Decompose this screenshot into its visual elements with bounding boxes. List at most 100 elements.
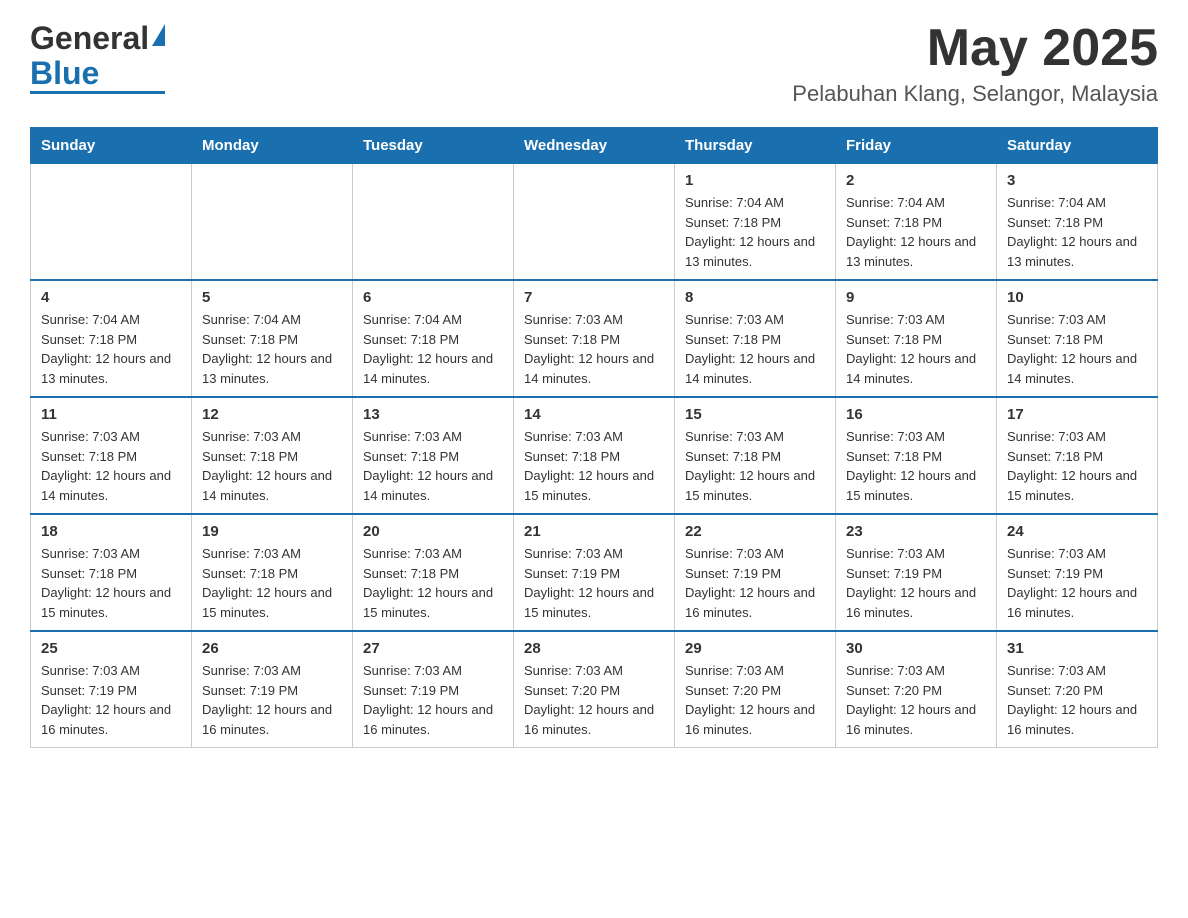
day-info: Sunrise: 7:03 AMSunset: 7:19 PMDaylight:… xyxy=(363,661,503,739)
day-info: Sunrise: 7:03 AMSunset: 7:18 PMDaylight:… xyxy=(846,310,986,388)
calendar-week-row: 18 Sunrise: 7:03 AMSunset: 7:18 PMDayligh… xyxy=(31,514,1158,631)
day-number: 8 xyxy=(685,289,825,306)
day-number: 12 xyxy=(202,406,342,423)
day-info: Sunrise: 7:03 AMSunset: 7:19 PMDaylight:… xyxy=(846,544,986,622)
day-number: 31 xyxy=(1007,640,1147,657)
day-info: Sunrise: 7:03 AMSunset: 7:18 PMDaylight:… xyxy=(202,544,342,622)
day-number: 16 xyxy=(846,406,986,423)
calendar-cell: 17Sunrise: 7:03 AMSunset: 7:18 PMDayligh… xyxy=(997,397,1158,514)
day-number: 20 xyxy=(363,523,503,540)
day-number: 24 xyxy=(1007,523,1147,540)
calendar-cell: 18 Sunrise: 7:03 AMSunset: 7:18 PMDayligh… xyxy=(31,514,192,631)
calendar-cell: 10 Sunrise: 7:03 AMSunset: 7:18 PMDayligh… xyxy=(997,280,1158,397)
day-info: Sunrise: 7:03 AMSunset: 7:18 PMDaylight:… xyxy=(524,310,664,388)
calendar-cell: 23 Sunrise: 7:03 AMSunset: 7:19 PMDayligh… xyxy=(836,514,997,631)
day-info: Sunrise: 7:03 AMSunset: 7:19 PMDaylight:… xyxy=(685,544,825,622)
location-text: Pelabuhan Klang, Selangor, Malaysia xyxy=(792,81,1158,107)
calendar-cell xyxy=(353,163,514,280)
calendar-header-wednesday: Wednesday xyxy=(514,128,675,163)
calendar-cell: 5 Sunrise: 7:04 AMSunset: 7:18 PMDaylight… xyxy=(192,280,353,397)
day-info: Sunrise: 7:04 AMSunset: 7:18 PMDaylight:… xyxy=(846,193,986,271)
day-number: 5 xyxy=(202,289,342,306)
day-info: Sunrise: 7:04 AMSunset: 7:18 PMDaylight:… xyxy=(41,310,181,388)
day-info: Sunrise: 7:03 AMSunset: 7:20 PMDaylight:… xyxy=(685,661,825,739)
logo-general-text: General xyxy=(30,20,149,57)
calendar-week-row: 11 Sunrise: 7:03 AMSunset: 7:18 PMDayligh… xyxy=(31,397,1158,514)
logo-triangle-icon xyxy=(152,24,165,46)
calendar-table: SundayMondayTuesdayWednesdayThursdayFrid… xyxy=(30,127,1158,748)
calendar-cell: 15 Sunrise: 7:03 AMSunset: 7:18 PMDayligh… xyxy=(675,397,836,514)
day-number: 25 xyxy=(41,640,181,657)
day-number: 22 xyxy=(685,523,825,540)
calendar-cell: 9 Sunrise: 7:03 AMSunset: 7:18 PMDaylight… xyxy=(836,280,997,397)
day-info: Sunrise: 7:03 AMSunset: 7:18 PMDaylight:… xyxy=(41,544,181,622)
calendar-cell: 27Sunrise: 7:03 AMSunset: 7:19 PMDayligh… xyxy=(353,631,514,748)
day-number: 15 xyxy=(685,406,825,423)
month-title: May 2025 xyxy=(792,20,1158,77)
calendar-cell xyxy=(514,163,675,280)
day-info: Sunrise: 7:03 AMSunset: 7:20 PMDaylight:… xyxy=(524,661,664,739)
calendar-header-monday: Monday xyxy=(192,128,353,163)
calendar-cell: 4 Sunrise: 7:04 AMSunset: 7:18 PMDaylight… xyxy=(31,280,192,397)
calendar-header-friday: Friday xyxy=(836,128,997,163)
day-number: 7 xyxy=(524,289,664,306)
calendar-cell xyxy=(31,163,192,280)
calendar-header-row: SundayMondayTuesdayWednesdayThursdayFrid… xyxy=(31,128,1158,163)
day-number: 18 xyxy=(41,523,181,540)
day-info: Sunrise: 7:03 AMSunset: 7:19 PMDaylight:… xyxy=(41,661,181,739)
calendar-cell: 1Sunrise: 7:04 AMSunset: 7:18 PMDaylight… xyxy=(675,163,836,280)
calendar-cell: 13Sunrise: 7:03 AMSunset: 7:18 PMDayligh… xyxy=(353,397,514,514)
day-info: Sunrise: 7:03 AMSunset: 7:18 PMDaylight:… xyxy=(1007,310,1147,388)
page-header: General Blue May 2025 Pelabuhan Klang, S… xyxy=(30,20,1158,107)
calendar-cell: 24Sunrise: 7:03 AMSunset: 7:19 PMDayligh… xyxy=(997,514,1158,631)
calendar-cell: 21 Sunrise: 7:03 AMSunset: 7:19 PMDayligh… xyxy=(514,514,675,631)
day-info: Sunrise: 7:03 AMSunset: 7:18 PMDaylight:… xyxy=(685,310,825,388)
calendar-cell: 14 Sunrise: 7:03 AMSunset: 7:18 PMDayligh… xyxy=(514,397,675,514)
calendar-week-row: 4 Sunrise: 7:04 AMSunset: 7:18 PMDaylight… xyxy=(31,280,1158,397)
day-number: 4 xyxy=(41,289,181,306)
calendar-header-saturday: Saturday xyxy=(997,128,1158,163)
day-info: Sunrise: 7:03 AMSunset: 7:20 PMDaylight:… xyxy=(846,661,986,739)
calendar-cell: 29 Sunrise: 7:03 AMSunset: 7:20 PMDayligh… xyxy=(675,631,836,748)
day-number: 30 xyxy=(846,640,986,657)
header-right: May 2025 Pelabuhan Klang, Selangor, Mala… xyxy=(792,20,1158,107)
calendar-header-sunday: Sunday xyxy=(31,128,192,163)
day-info: Sunrise: 7:03 AMSunset: 7:18 PMDaylight:… xyxy=(685,427,825,505)
day-number: 29 xyxy=(685,640,825,657)
day-number: 23 xyxy=(846,523,986,540)
day-info: Sunrise: 7:04 AMSunset: 7:18 PMDaylight:… xyxy=(363,310,503,388)
calendar-week-row: 1 Sunrise: 7:04 AMSunset: 7:18 PMDaylight… xyxy=(31,163,1158,280)
calendar-cell: 20Sunrise: 7:03 AMSunset: 7:18 PMDayligh… xyxy=(353,514,514,631)
day-number: 6 xyxy=(363,289,503,306)
calendar-cell: 28Sunrise: 7:03 AMSunset: 7:20 PMDayligh… xyxy=(514,631,675,748)
day-number: 13 xyxy=(363,406,503,423)
day-number: 26 xyxy=(202,640,342,657)
day-number: 19 xyxy=(202,523,342,540)
calendar-cell: 8 Sunrise: 7:03 AMSunset: 7:18 PMDaylight… xyxy=(675,280,836,397)
day-info: Sunrise: 7:03 AMSunset: 7:20 PMDaylight:… xyxy=(1007,661,1147,739)
day-number: 11 xyxy=(41,406,181,423)
calendar-cell: 31 Sunrise: 7:03 AMSunset: 7:20 PMDayligh… xyxy=(997,631,1158,748)
calendar-header-tuesday: Tuesday xyxy=(353,128,514,163)
calendar-cell: 6 Sunrise: 7:04 AMSunset: 7:18 PMDaylight… xyxy=(353,280,514,397)
day-number: 1 xyxy=(685,172,825,189)
day-number: 10 xyxy=(1007,289,1147,306)
day-number: 14 xyxy=(524,406,664,423)
calendar-header-thursday: Thursday xyxy=(675,128,836,163)
day-info: Sunrise: 7:03 AMSunset: 7:18 PMDaylight:… xyxy=(41,427,181,505)
calendar-cell: 7 Sunrise: 7:03 AMSunset: 7:18 PMDaylight… xyxy=(514,280,675,397)
calendar-cell: 22 Sunrise: 7:03 AMSunset: 7:19 PMDayligh… xyxy=(675,514,836,631)
calendar-cell: 19 Sunrise: 7:03 AMSunset: 7:18 PMDayligh… xyxy=(192,514,353,631)
day-number: 21 xyxy=(524,523,664,540)
day-info: Sunrise: 7:04 AMSunset: 7:18 PMDaylight:… xyxy=(202,310,342,388)
day-info: Sunrise: 7:04 AMSunset: 7:18 PMDaylight:… xyxy=(1007,193,1147,271)
calendar-week-row: 25 Sunrise: 7:03 AMSunset: 7:19 PMDayligh… xyxy=(31,631,1158,748)
day-info: Sunrise: 7:03 AMSunset: 7:18 PMDaylight:… xyxy=(524,427,664,505)
day-info: Sunrise: 7:03 AMSunset: 7:19 PMDaylight:… xyxy=(524,544,664,622)
calendar-cell: 11 Sunrise: 7:03 AMSunset: 7:18 PMDayligh… xyxy=(31,397,192,514)
day-info: Sunrise: 7:03 AMSunset: 7:18 PMDaylight:… xyxy=(202,427,342,505)
calendar-cell xyxy=(192,163,353,280)
day-number: 9 xyxy=(846,289,986,306)
day-number: 2 xyxy=(846,172,986,189)
logo-blue-text: Blue xyxy=(30,57,99,89)
